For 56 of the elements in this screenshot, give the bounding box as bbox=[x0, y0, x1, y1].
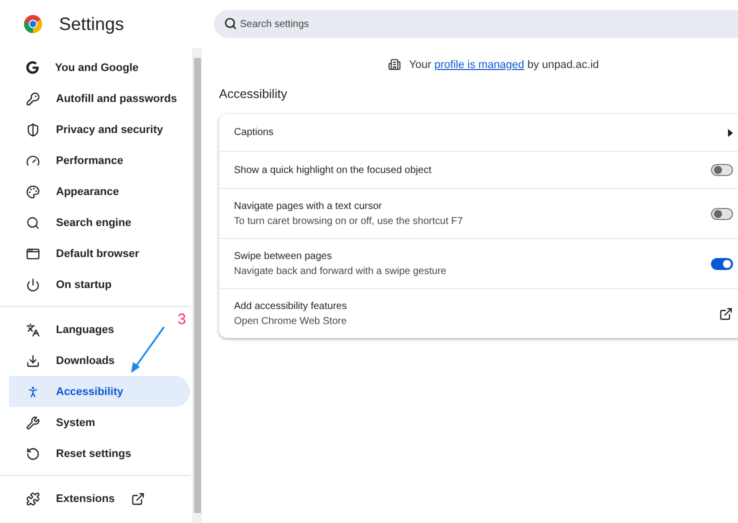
search-field[interactable]: Search settings bbox=[214, 10, 738, 38]
toggle-switch[interactable] bbox=[711, 258, 733, 270]
settings-row[interactable]: Swipe between pages Navigate back and forward with a swipe gesture bbox=[219, 238, 738, 288]
section-title: Accessibility bbox=[219, 87, 288, 101]
search-icon bbox=[26, 216, 40, 230]
sidebar-item[interactable]: System bbox=[9, 407, 104, 438]
row-title: Navigate pages with a text cursor bbox=[234, 200, 383, 212]
row-title: Show a quick highlight on the focused object bbox=[234, 164, 432, 176]
sidebar-item[interactable]: Search engine bbox=[9, 207, 140, 238]
sidebar-item[interactable]: Extensions bbox=[9, 483, 153, 514]
external-link-icon[interactable] bbox=[719, 306, 733, 320]
reset-icon bbox=[26, 446, 40, 460]
sidebar-item[interactable]: Privacy and security bbox=[9, 114, 172, 145]
row-subtitle: Open Chrome Web Store bbox=[234, 316, 348, 326]
row-title: Add accessibility features bbox=[234, 300, 348, 312]
managed-notice: Your profile is managed by unpad.ac.id bbox=[409, 58, 599, 70]
sidebar-item[interactable]: Performance bbox=[9, 145, 132, 176]
google-icon bbox=[26, 61, 39, 74]
shield-icon bbox=[26, 122, 40, 136]
annotation-number: 3 bbox=[178, 311, 186, 328]
sidebar-item[interactable]: Appearance bbox=[9, 176, 127, 207]
window-icon bbox=[26, 246, 40, 260]
settings-row[interactable]: Add accessibility features Open Chrome Web Store bbox=[219, 288, 738, 338]
settings-row[interactable]: Show a quick highlight on the focused object bbox=[219, 151, 738, 188]
sidebar-item[interactable]: Default browser bbox=[9, 238, 148, 269]
key-icon bbox=[26, 92, 40, 106]
building-icon bbox=[388, 58, 402, 71]
wrench-icon bbox=[26, 416, 40, 430]
row-title: Swipe between pages bbox=[234, 250, 333, 262]
scrollbar[interactable] bbox=[192, 48, 202, 523]
settings-row[interactable]: Navigate pages with a text cursor To turn caret browsing on or off, use the shortcut F7 bbox=[219, 188, 738, 238]
person-icon bbox=[26, 384, 40, 398]
row-subtitle: Navigate back and forward with a swipe gesture bbox=[234, 266, 448, 276]
toggle-switch[interactable] bbox=[711, 164, 733, 176]
download-icon bbox=[26, 354, 40, 368]
settings-row[interactable]: Captions bbox=[219, 114, 738, 151]
sidebar-item[interactable]: On startup bbox=[9, 269, 120, 300]
row-title: Captions bbox=[234, 127, 274, 138]
toggle-switch[interactable] bbox=[711, 208, 733, 220]
sidebar-item[interactable]: Accessibility bbox=[9, 376, 190, 407]
sidebar-item[interactable]: Reset settings bbox=[9, 438, 140, 469]
profile-link[interactable]: profile is managed bbox=[434, 58, 524, 70]
gauge-icon bbox=[26, 154, 40, 168]
chrome-logo-icon bbox=[24, 15, 42, 33]
settings-title: Settings bbox=[59, 14, 124, 34]
palette-icon bbox=[26, 184, 40, 198]
search-icon bbox=[224, 17, 237, 30]
sidebar-item[interactable]: Downloads bbox=[9, 345, 123, 376]
translate-icon bbox=[26, 322, 40, 336]
sidebar-item[interactable]: Autofill and passwords bbox=[9, 83, 186, 114]
sidebar-item[interactable]: You and Google bbox=[9, 52, 147, 83]
row-subtitle: To turn caret browsing on or off, use the shortcut F7 bbox=[234, 216, 464, 226]
puzzle-icon bbox=[26, 492, 40, 506]
caret-icon bbox=[728, 128, 733, 136]
power-icon bbox=[26, 278, 40, 292]
sidebar-item[interactable]: Languages bbox=[9, 314, 122, 345]
